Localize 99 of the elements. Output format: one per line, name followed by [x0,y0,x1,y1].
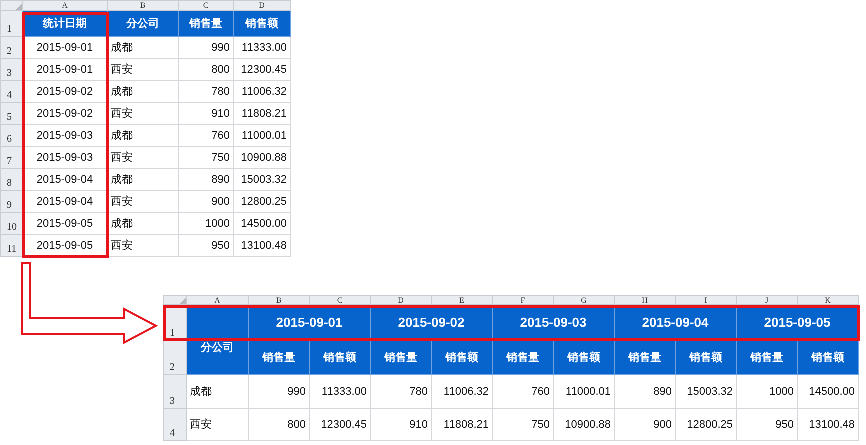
row-header[interactable]: 4 [164,409,187,441]
table-cell: 成都 [108,213,179,235]
column-header[interactable]: B [249,296,310,305]
header-cell: 销售量 [249,341,310,375]
row-header[interactable]: 10 [1,213,23,235]
table-cell: 11000.01 [554,375,615,409]
row-header[interactable]: 7 [1,147,23,169]
table-cell: 成都 [108,81,179,103]
select-all-corner[interactable] [1,1,23,11]
table-cell: 西安 [108,235,179,257]
select-all-corner[interactable] [164,296,187,305]
row-header[interactable]: 1 [1,11,23,37]
table-cell: 成都 [108,37,179,59]
table-cell: 990 [249,375,310,409]
column-header[interactable]: D [371,296,432,305]
column-header[interactable]: G [554,296,615,305]
row-header[interactable]: 11 [1,235,23,257]
table-cell: 11006.32 [432,375,493,409]
table-cell: 10900.88 [554,409,615,441]
column-header[interactable]: J [737,296,798,305]
table-cell: 890 [179,169,234,191]
table-cell: 990 [179,37,234,59]
table-cell: 1000 [737,375,798,409]
table-cell: 西安 [108,59,179,81]
column-header[interactable]: C [179,1,234,11]
header-cell: 销售额 [554,341,615,375]
row-header[interactable]: 8 [1,169,23,191]
column-header[interactable]: A [187,296,249,305]
column-header[interactable]: C [310,296,371,305]
table-cell: 1000 [179,213,234,235]
table-cell: 西安 [108,191,179,213]
row-header[interactable]: 6 [1,125,23,147]
header-cell: 销售量 [493,341,554,375]
row-header[interactable]: 3 [1,59,23,81]
table-cell: 760 [493,375,554,409]
column-header[interactable]: H [615,296,676,305]
table-cell: 890 [615,375,676,409]
table-cell: 950 [179,235,234,257]
table-cell: 15003.32 [234,169,291,191]
row-header[interactable]: 9 [1,191,23,213]
table-cell: 11000.01 [234,125,291,147]
table-cell: 11808.21 [234,103,291,125]
column-header[interactable]: F [493,296,554,305]
table-cell: 760 [179,125,234,147]
table-cell: 10900.88 [234,147,291,169]
table-cell: 西安 [108,103,179,125]
corner-triangle-icon [16,4,22,10]
table-cell: 11808.21 [432,409,493,441]
header-cell: 销售额 [234,11,291,37]
row-header[interactable]: 5 [1,103,23,125]
header-cell: 销售量 [179,11,234,37]
table-cell: 780 [371,375,432,409]
column-header[interactable]: E [432,296,493,305]
header-cell: 销售额 [798,341,859,375]
corner-triangle-icon [180,298,186,304]
table-cell: 800 [179,59,234,81]
row-header[interactable]: 3 [164,375,187,409]
table-cell: 12300.45 [234,59,291,81]
table-cell: 11006.32 [234,81,291,103]
row-header[interactable]: 2 [164,341,187,375]
column-header[interactable]: I [676,296,737,305]
header-cell: 销售额 [310,341,371,375]
table-cell: 11333.00 [310,375,371,409]
table-cell: 11333.00 [234,37,291,59]
column-header[interactable]: A [23,1,108,11]
table-cell: 910 [179,103,234,125]
column-header[interactable]: D [234,1,291,11]
table-cell: 750 [493,409,554,441]
table-cell: 西安 [187,409,249,441]
table-cell: 950 [737,409,798,441]
table-cell: 800 [249,409,310,441]
header-cell: 分公司 [187,305,249,375]
table-cell: 成都 [187,375,249,409]
row-header[interactable]: 2 [1,37,23,59]
table-cell: 15003.32 [676,375,737,409]
header-cell: 分公司 [108,11,179,37]
header-cell: 销售额 [432,341,493,375]
table-cell: 成都 [108,125,179,147]
table-cell: 西安 [108,147,179,169]
table-cell: 14500.00 [234,213,291,235]
table-cell: 12800.25 [676,409,737,441]
table-cell: 900 [615,409,676,441]
row-header[interactable]: 4 [1,81,23,103]
table-cell: 780 [179,81,234,103]
table-cell: 910 [371,409,432,441]
table-cell: 900 [179,191,234,213]
header-cell: 销售量 [615,341,676,375]
table-cell: 13100.48 [234,235,291,257]
table-cell: 13100.48 [798,409,859,441]
table-cell: 成都 [108,169,179,191]
header-cell: 销售额 [676,341,737,375]
header-cell: 销售量 [371,341,432,375]
table-cell: 12300.45 [310,409,371,441]
header-cell: 销售量 [737,341,798,375]
table-cell: 14500.00 [798,375,859,409]
column-header[interactable]: B [108,1,179,11]
table-cell: 750 [179,147,234,169]
column-header[interactable]: K [798,296,859,305]
table-cell: 12800.25 [234,191,291,213]
